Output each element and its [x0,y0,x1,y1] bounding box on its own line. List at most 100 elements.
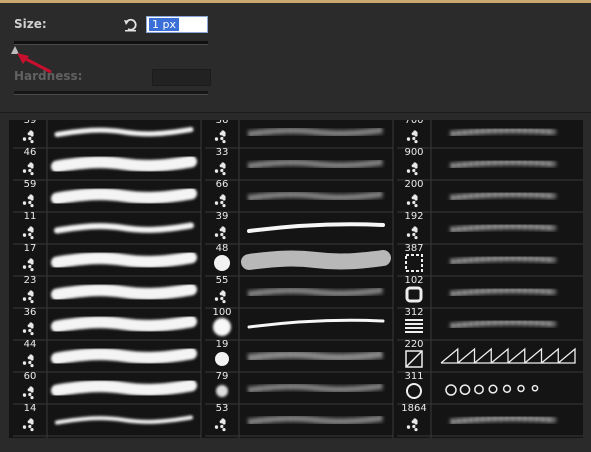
hardness-input [152,69,211,86]
brush-thumbnail-1-9[interactable] [214,418,226,432]
brush-thumbnail-1-4[interactable] [214,255,230,271]
brush-stroke-sample-2-1[interactable] [450,159,556,169]
brush-size-label: 102 [404,275,424,286]
brush-size-label: 66 [215,179,229,190]
brush-size-label: 39 [215,211,229,222]
brush-stroke-sample-0-3[interactable] [54,222,194,234]
brush-thumbnail-0-9[interactable] [22,418,34,432]
brush-stroke-sample-2-5[interactable] [450,287,556,297]
brush-size-label: 36 [215,120,229,126]
brush-size-label: 14 [23,403,37,414]
brush-stroke-sample-1-5[interactable] [248,287,384,297]
brush-size-label: 387 [404,243,424,254]
brush-stroke-sample-0-6[interactable] [51,315,197,333]
brush-stroke-sample-0-5[interactable] [51,283,197,301]
brush-thumbnail-1-2[interactable] [214,194,226,208]
size-label: Size: [14,17,47,31]
brush-size-label: 46 [23,147,37,158]
brush-size-label: 17 [23,243,37,254]
brush-thumbnail-0-3[interactable] [22,226,34,240]
brush-thumbnail-0-4[interactable] [22,258,34,272]
brush-stroke-sample-2-9[interactable] [450,415,556,425]
brush-stroke-sample-2-3[interactable] [450,223,556,233]
brush-thumbnail-2-6[interactable] [405,319,423,333]
brush-stroke-sample-2-0[interactable] [450,127,556,137]
brush-stroke-sample-0-2[interactable] [51,187,197,205]
brush-size-label: 55 [215,275,229,286]
brush-stroke-sample-2-6[interactable] [450,319,556,329]
reset-arrow-icon[interactable] [123,17,138,32]
brush-stroke-sample-1-9[interactable] [248,415,384,425]
brush-size-label: 79 [215,371,229,382]
brush-thumbnail-2-5[interactable] [405,286,423,303]
brush-size-label: 900 [404,147,424,158]
brush-thumbnail-1-7[interactable] [215,352,229,366]
brush-stroke-sample-1-4[interactable] [241,250,391,270]
brush-size-label: 11 [23,211,37,222]
brush-stroke-sample-1-8[interactable] [248,383,384,393]
brush-thumbnail-0-6[interactable] [22,322,34,336]
brush-size-label: 48 [215,243,229,254]
brush-size-label: 59 [23,179,37,190]
size-slider-track[interactable] [14,41,208,45]
hardness-label: Hardness: [14,69,83,83]
hardness-slider-track [14,91,208,95]
brush-stroke-sample-1-0[interactable] [248,127,384,137]
brush-size-label: 19 [215,339,229,350]
brush-size-label: 200 [404,179,424,190]
brush-preset-grid[interactable]: 39 46 59 11 17 23 36 44 60 14 36 33 66 39 48 55 100 19 79 5… [9,120,583,438]
brush-options-panel: Size: 1 px Hardness: [0,3,591,113]
brush-thumbnail-2-8[interactable] [406,383,422,399]
brush-size-label: 1864 [401,403,427,414]
brush-thumbnail-2-9[interactable] [406,418,418,432]
brush-size-label: 39 [23,120,37,126]
brush-stroke-sample-0-8[interactable] [51,379,197,397]
brush-stroke-sample-1-6[interactable] [247,318,385,329]
brush-size-label: 44 [23,339,37,350]
brush-size-label: 36 [23,307,37,318]
brush-stroke-sample-2-8[interactable] [445,384,539,396]
brush-thumbnail-0-7[interactable] [22,354,34,368]
size-input-value: 1 px [149,18,179,31]
brush-thumbnail-0-5[interactable] [22,290,34,304]
brush-size-label: 53 [215,403,229,414]
brush-thumbnail-0-0[interactable] [22,130,34,144]
brush-thumbnail-1-8[interactable] [216,385,228,397]
brush-stroke-sample-1-2[interactable] [248,191,384,201]
brush-thumbnail-0-2[interactable] [22,194,34,208]
brush-thumbnail-2-2[interactable] [406,194,418,208]
brush-thumbnail-1-6[interactable] [213,318,231,336]
brush-preset-strokes [13,120,583,438]
brush-size-label: 312 [404,307,424,318]
brush-stroke-sample-2-7[interactable] [440,347,576,364]
brush-size-label: 700 [404,120,424,126]
brush-size-label: 23 [23,275,37,286]
brush-size-label: 311 [404,371,424,382]
brush-thumbnail-1-1[interactable] [214,162,226,176]
brush-thumbnail-2-0[interactable] [406,130,418,144]
brush-thumbnail-2-4[interactable] [405,254,423,272]
brush-thumbnail-2-1[interactable] [406,162,418,176]
size-input[interactable]: 1 px [146,16,208,33]
brush-thumbnail-1-3[interactable] [214,226,226,240]
brush-thumbnail-0-1[interactable] [22,162,34,176]
brush-size-label: 60 [23,371,37,382]
brush-stroke-sample-1-7[interactable] [248,350,384,362]
brush-size-label: 192 [404,211,424,222]
brush-stroke-sample-0-0[interactable] [54,127,194,137]
brush-thumbnail-1-0[interactable] [214,130,226,144]
brush-stroke-sample-0-7[interactable] [51,347,197,365]
brush-thumbnail-2-7[interactable] [405,350,423,368]
brush-stroke-sample-0-1[interactable] [51,155,197,173]
brush-stroke-sample-2-4[interactable] [450,255,556,265]
brush-stroke-sample-0-9[interactable] [55,415,193,425]
brush-stroke-sample-2-2[interactable] [450,191,556,201]
brush-thumbnail-2-3[interactable] [406,226,418,240]
brush-stroke-sample-0-4[interactable] [51,251,197,269]
brush-size-label: 220 [404,339,424,350]
brush-stroke-sample-1-3[interactable] [247,222,385,233]
brush-thumbnail-0-8[interactable] [22,386,34,400]
brush-thumbnail-1-5[interactable] [214,290,226,304]
brush-size-label: 33 [215,147,229,158]
brush-stroke-sample-1-1[interactable] [248,159,384,169]
